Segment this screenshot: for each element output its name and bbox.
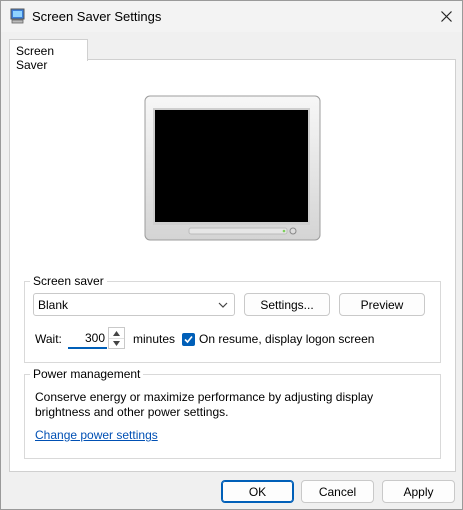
change-power-settings-link[interactable]: Change power settings (35, 428, 158, 442)
spin-down-icon (113, 340, 120, 346)
screen-saver-app-icon (10, 8, 25, 24)
cancel-button[interactable]: Cancel (301, 480, 374, 503)
title-bar[interactable]: Screen Saver Settings (1, 1, 462, 32)
wait-spinner[interactable] (108, 327, 125, 349)
close-button[interactable] (431, 1, 462, 32)
resume-logon-checkbox[interactable] (182, 333, 195, 346)
tab-label: Screen Saver (16, 44, 55, 72)
dialog-window: Screen Saver Settings Screen Saver Scree… (0, 0, 463, 510)
settings-button[interactable]: Settings... (244, 293, 330, 316)
window-title: Screen Saver Settings (32, 9, 162, 24)
spin-up-icon (113, 330, 120, 336)
screen-saver-selected: Blank (38, 298, 69, 312)
monitor-preview-icon (144, 95, 321, 241)
apply-button[interactable]: Apply (382, 480, 455, 503)
spin-down-button[interactable] (109, 338, 124, 348)
tab-screen-saver[interactable]: Screen Saver (9, 39, 88, 72)
ok-button[interactable]: OK (221, 480, 294, 503)
chevron-down-icon (218, 302, 228, 308)
preview-button[interactable]: Preview (339, 293, 425, 316)
close-icon (441, 11, 452, 22)
power-management-group-label: Power management (30, 367, 144, 381)
wait-label: Wait: (35, 332, 62, 346)
screen-saver-group-label: Screen saver (30, 274, 107, 288)
power-description: Conserve energy or maximize performance … (35, 390, 374, 419)
checkmark-icon (184, 335, 193, 344)
screen-saver-dropdown[interactable]: Blank (33, 293, 235, 316)
minutes-label: minutes (133, 332, 176, 346)
resume-logon-label[interactable]: On resume, display logon screen (199, 332, 374, 346)
wait-minutes-input[interactable] (68, 328, 107, 349)
